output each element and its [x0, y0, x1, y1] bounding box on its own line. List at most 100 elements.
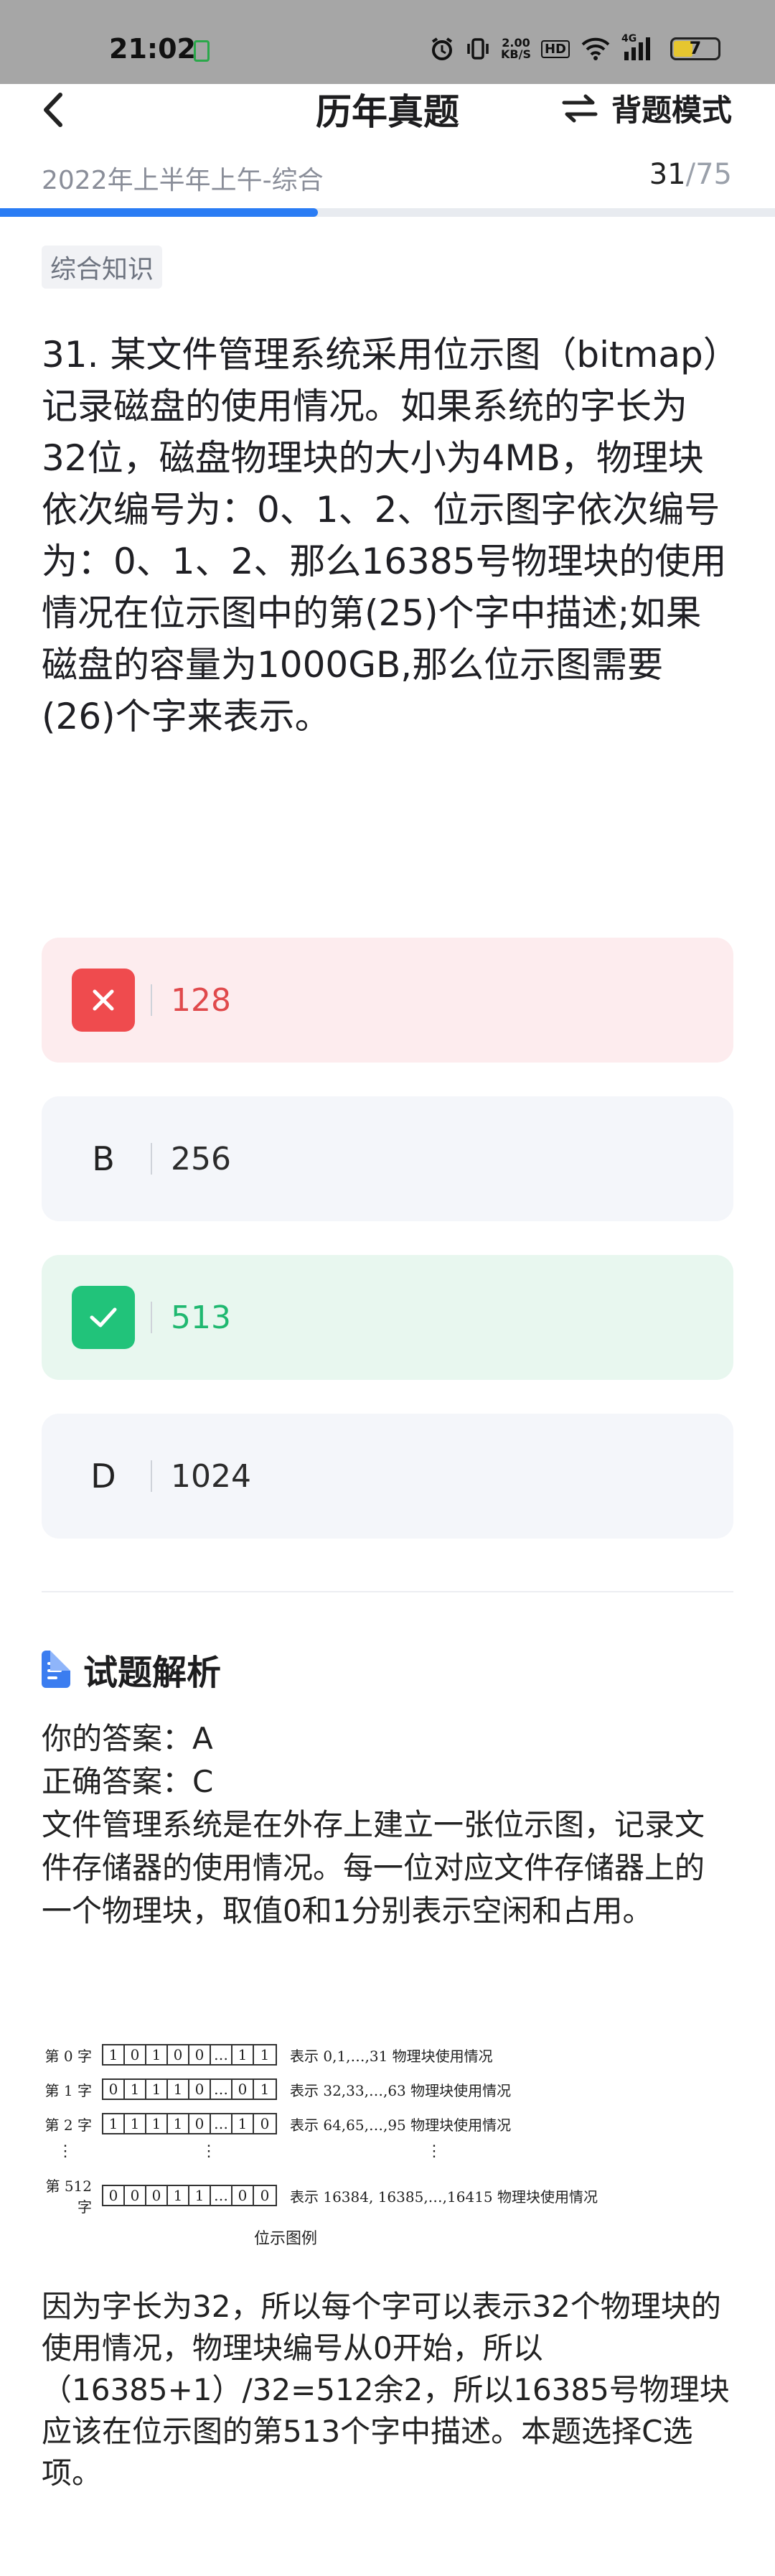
progress-bar	[0, 208, 318, 217]
net-speed-unit: KB/S	[501, 47, 531, 61]
bitmap-bit: 1	[260, 2046, 270, 2063]
app-header: 历年真题 背题模式	[0, 72, 775, 151]
bitmap-bit: 1	[260, 2081, 270, 2098]
bitmap-cells: 1 1 1 1 0 … 1 0	[102, 2113, 277, 2134]
bitmap-bit: 0	[189, 2045, 211, 2064]
bitmap-caption: 位示图例	[254, 2230, 318, 2248]
bitmap-bit: 0	[232, 2186, 254, 2205]
question-text: 31. 某文件管理系统采用位示图（bitmap）记录磁盘的使用情况。如果系统的字…	[42, 334, 727, 737]
bitmap-bit: 1	[189, 2186, 211, 2205]
bitmap-bit: 0	[125, 2186, 146, 2205]
bitmap-figure: 第 0 字 1 0 1 0 0 … 1 1 表示 0,1,…,31 物理块使用情…	[44, 2036, 633, 2251]
bitmap-cells: 0 0 0 1 1 … 0 0	[102, 2185, 277, 2206]
option-b[interactable]: B 256	[42, 1096, 733, 1221]
option-a-text: 128	[171, 981, 231, 1019]
option-c[interactable]: 513	[42, 1255, 733, 1380]
bitmap-row-desc: 表示 32,33,…,63 物理块使用情况	[290, 2081, 512, 2099]
question-counter: 31/75	[649, 158, 732, 191]
bitmap-bit: …	[211, 2114, 232, 2133]
battery-saver-icon	[194, 40, 210, 62]
bitmap-bit: 0	[103, 2080, 125, 2099]
bitmap-bit: 1	[168, 2114, 189, 2133]
exam-name: 2022年上半年上午-综合	[42, 166, 324, 195]
bitmap-bit: 0	[146, 2186, 168, 2205]
bitmap-bit: 0	[125, 2045, 146, 2064]
option-c-text: 513	[171, 1299, 231, 1336]
bitmap-ellipsis: ⋮	[57, 2142, 73, 2160]
swap-icon	[562, 94, 598, 122]
bitmap-bit: 1	[103, 2114, 125, 2133]
status-time: 21:02	[109, 33, 196, 65]
bitmap-bit: 0	[189, 2114, 211, 2133]
battery-level: 7	[689, 38, 702, 58]
bitmap-row: 第 0 字 1 0 1 0 0 … 1 1 表示 0,1,…,31 物理块使用情…	[44, 2043, 493, 2066]
bitmap-row: 第 2 字 1 1 1 1 0 … 1 0 表示 64,65,…,95 物理块使…	[44, 2112, 511, 2135]
option-d-text: 1024	[171, 1457, 251, 1495]
bitmap-bit: 1	[168, 2080, 189, 2099]
bitmap-bit: 0	[189, 2080, 211, 2099]
status-icons: 2.00 KB/S HD 4G 7	[429, 33, 720, 63]
bitmap-ellipsis: ⋮	[426, 2142, 442, 2160]
bitmap-cells: 0 1 1 1 0 … 0 1	[102, 2078, 277, 2100]
bitmap-bit: 1	[146, 2080, 168, 2099]
bitmap-bit: 1	[168, 2186, 189, 2205]
check-icon	[72, 1286, 135, 1349]
bitmap-bit: 1	[125, 2080, 146, 2099]
option-d[interactable]: D 1024	[42, 1414, 733, 1539]
current-question: 31	[649, 158, 686, 191]
bitmap-bit: 1	[232, 2114, 254, 2133]
option-divider	[151, 1143, 152, 1175]
hd-icon: HD	[540, 39, 570, 58]
correct-answer: 正确答案：C	[42, 1764, 214, 1799]
total-questions: /75	[685, 158, 732, 191]
bitmap-row: 第 512 字 0 0 0 1 1 … 0 0 表示 16384, 16385,…	[44, 2178, 598, 2216]
section-divider	[42, 1591, 733, 1592]
option-b-letter: B	[92, 1139, 115, 1178]
vibrate-icon	[467, 38, 489, 60]
bitmap-bit: 1	[125, 2114, 146, 2133]
bitmap-ellipsis: ⋮	[201, 2142, 217, 2160]
study-mode-toggle[interactable]: 背题模式	[561, 86, 732, 130]
bitmap-bit: …	[211, 2045, 232, 2064]
bitmap-bit: 0	[260, 2187, 270, 2204]
bitmap-row-label: 第 512 字	[45, 2178, 92, 2216]
battery-icon: 7	[670, 37, 720, 60]
analysis-paragraph: 文件管理系统是在外存上建立一张位示图，记录文件存储器的使用情况。每一位对应文件存…	[42, 1807, 705, 1928]
bitmap-row-desc: 表示 16384, 16385,…,16415 物理块使用情况	[290, 2188, 598, 2206]
your-answer: 你的答案：A	[42, 1721, 213, 1756]
option-a[interactable]: 128	[42, 938, 733, 1063]
bitmap-bit: 0	[103, 2186, 125, 2205]
bitmap-bit: 1	[103, 2045, 125, 2064]
progress-track	[0, 208, 775, 217]
bitmap-row-label: 第 1 字	[44, 2081, 92, 2099]
wrong-icon	[72, 969, 135, 1032]
bitmap-bit: 0	[168, 2045, 189, 2064]
wifi-icon	[581, 37, 610, 60]
option-d-letter: D	[90, 1457, 116, 1495]
mode-label: 背题模式	[611, 93, 732, 128]
option-b-text: 256	[171, 1140, 231, 1177]
category-tag: 综合知识	[42, 246, 163, 289]
option-divider	[151, 1302, 152, 1333]
option-divider	[151, 984, 152, 1016]
bitmap-bit: 1	[146, 2114, 168, 2133]
bitmap-row-desc: 表示 0,1,…,31 物理块使用情况	[290, 2047, 493, 2065]
alarm-icon	[431, 37, 453, 60]
bitmap-bit: 0	[260, 2115, 270, 2132]
bitmap-bit: …	[211, 2080, 232, 2099]
bitmap-bit: …	[211, 2186, 232, 2205]
document-icon	[42, 1651, 70, 1688]
bitmap-row-desc: 表示 64,65,…,95 物理块使用情况	[290, 2116, 512, 2134]
analysis-header: 试题解析	[42, 1644, 221, 1694]
bitmap-bit: 1	[232, 2045, 254, 2064]
bitmap-bit: 1	[146, 2045, 168, 2064]
analysis-conclusion: 因为字长为32，所以每个字可以表示32个物理块的使用情况，物理块编号从0开始，所…	[42, 2289, 730, 2491]
bitmap-bit: 0	[232, 2080, 254, 2099]
signal-icon: 4G	[621, 33, 656, 62]
analysis-title: 试题解析	[83, 1653, 222, 1693]
option-divider	[151, 1460, 152, 1492]
bitmap-row: 第 1 字 0 1 1 1 0 … 0 1 表示 32,33,…,63 物理块使…	[44, 2078, 511, 2101]
net-speed: 2.00 KB/S	[501, 37, 531, 60]
bitmap-row-label: 第 2 字	[44, 2116, 92, 2134]
analysis-body: 你的答案：A 正确答案：C 文件管理系统是在外存上建立一张位示图，记录文件存储器…	[42, 1717, 731, 1933]
